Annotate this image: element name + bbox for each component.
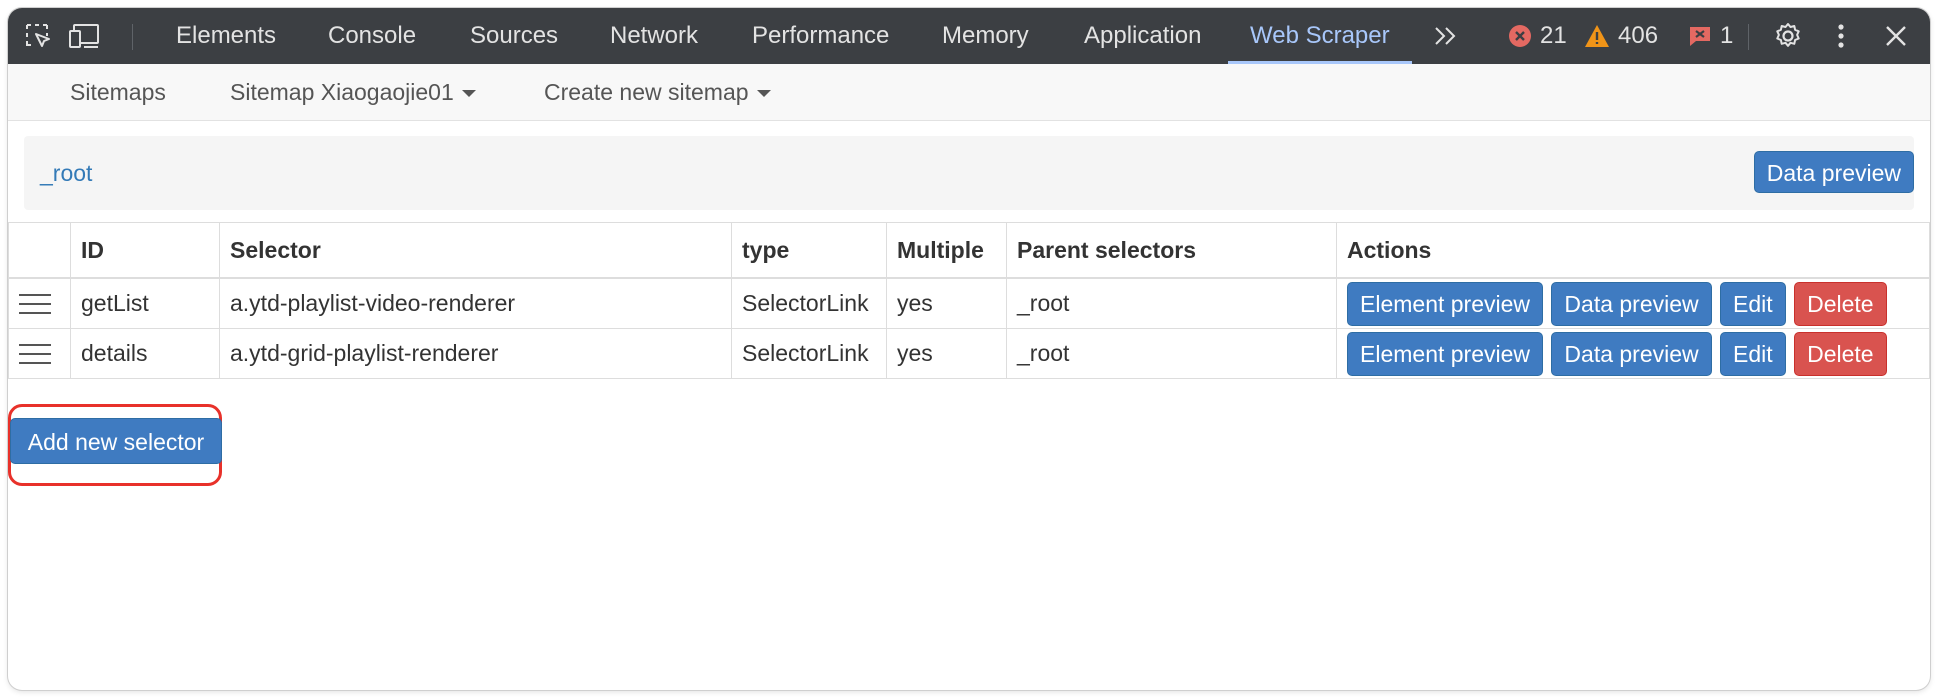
tab-sources[interactable]: Sources xyxy=(448,8,580,64)
tab-console[interactable]: Console xyxy=(306,8,438,64)
header-type: type xyxy=(731,222,887,279)
data-preview-button[interactable]: Data preview xyxy=(1753,151,1914,193)
tab-elements[interactable]: Elements xyxy=(154,8,298,64)
error-count[interactable]: 21 xyxy=(1508,8,1567,64)
tab-performance[interactable]: Performance xyxy=(730,8,911,64)
drag-handle[interactable] xyxy=(8,277,71,329)
row-data-preview-button[interactable]: Data preview xyxy=(1551,331,1712,376)
tab-memory[interactable]: Memory xyxy=(920,8,1051,64)
cell-type: SelectorLink xyxy=(731,328,887,379)
header-handle xyxy=(8,222,71,279)
table-header-row: ID Selector type Multiple Parent selecto… xyxy=(8,222,1930,279)
error-count-value: 21 xyxy=(1540,22,1567,49)
nav-create-sitemap[interactable]: Create new sitemap xyxy=(544,64,771,120)
chevron-down-icon xyxy=(756,90,771,98)
drag-handle[interactable] xyxy=(8,328,71,379)
header-id: ID xyxy=(70,222,220,279)
devtools-toolbar: Elements Console Sources Network Perform… xyxy=(8,8,1930,64)
delete-button[interactable]: Delete xyxy=(1794,281,1887,326)
warning-icon xyxy=(1584,24,1610,48)
more-tabs-icon[interactable] xyxy=(1426,8,1466,64)
inspect-element-icon[interactable] xyxy=(18,8,58,64)
close-icon[interactable] xyxy=(1878,8,1914,64)
edit-button[interactable]: Edit xyxy=(1720,331,1786,376)
cell-parent: _root xyxy=(1006,328,1337,379)
create-sitemap-label: Create new sitemap xyxy=(544,79,749,105)
cell-id: getList xyxy=(70,277,220,329)
cell-selector: a.ytd-playlist-video-renderer xyxy=(219,277,732,329)
drag-handle-icon xyxy=(19,279,60,328)
element-preview-button[interactable]: Element preview xyxy=(1347,331,1544,376)
cell-type: SelectorLink xyxy=(731,277,887,329)
header-actions: Actions xyxy=(1336,222,1930,279)
breadcrumb: _root Data preview xyxy=(24,136,1914,210)
cell-id: details xyxy=(70,328,220,379)
error-icon xyxy=(1508,24,1532,48)
cell-selector: a.ytd-grid-playlist-renderer xyxy=(219,328,732,379)
toolbar-divider xyxy=(1748,24,1749,50)
warning-count-value: 406 xyxy=(1618,22,1659,49)
edit-button[interactable]: Edit xyxy=(1720,281,1786,326)
tab-network[interactable]: Network xyxy=(588,8,720,64)
devtools-window: Elements Console Sources Network Perform… xyxy=(8,8,1930,690)
device-toolbar-icon[interactable] xyxy=(64,8,106,64)
nav-current-sitemap[interactable]: Sitemap Xiaogaojie01 xyxy=(230,64,476,120)
nav-sitemaps[interactable]: Sitemaps xyxy=(70,64,166,120)
element-preview-button[interactable]: Element preview xyxy=(1347,281,1544,326)
chevron-down-icon xyxy=(461,90,476,98)
row-data-preview-button[interactable]: Data preview xyxy=(1551,281,1712,326)
current-sitemap-label: Sitemap Xiaogaojie01 xyxy=(230,79,454,105)
more-options-icon[interactable] xyxy=(1826,8,1856,64)
cell-actions: Element preview Data preview Edit Delete xyxy=(1336,277,1930,329)
cell-actions: Element preview Data preview Edit Delete xyxy=(1336,328,1930,379)
delete-button[interactable]: Delete xyxy=(1794,331,1887,376)
issue-count-value: 1 xyxy=(1720,22,1734,49)
table-row: details a.ytd-grid-playlist-renderer Sel… xyxy=(8,328,1930,379)
warning-count[interactable]: 406 xyxy=(1584,8,1658,64)
tab-web-scraper[interactable]: Web Scraper xyxy=(1228,8,1412,64)
settings-gear-icon[interactable] xyxy=(1768,8,1808,64)
cell-multiple: yes xyxy=(886,277,1007,329)
issue-count[interactable]: 1 xyxy=(1688,8,1733,64)
header-multiple: Multiple xyxy=(886,222,1007,279)
header-selector: Selector xyxy=(219,222,732,279)
cell-parent: _root xyxy=(1006,277,1337,329)
issue-icon xyxy=(1688,25,1712,47)
selectors-table: ID Selector type Multiple Parent selecto… xyxy=(8,222,1930,379)
add-new-selector-button[interactable]: Add new selector xyxy=(10,418,222,464)
header-parent-selectors: Parent selectors xyxy=(1006,222,1337,279)
drag-handle-icon xyxy=(19,330,60,378)
breadcrumb-root[interactable]: _root xyxy=(40,136,92,210)
toolbar-divider xyxy=(132,24,133,50)
table-row: getList a.ytd-playlist-video-renderer Se… xyxy=(8,277,1930,329)
sitemap-nav: Sitemaps Sitemap Xiaogaojie01 Create new… xyxy=(8,64,1930,121)
tab-application[interactable]: Application xyxy=(1062,8,1223,64)
cell-multiple: yes xyxy=(886,328,1007,379)
